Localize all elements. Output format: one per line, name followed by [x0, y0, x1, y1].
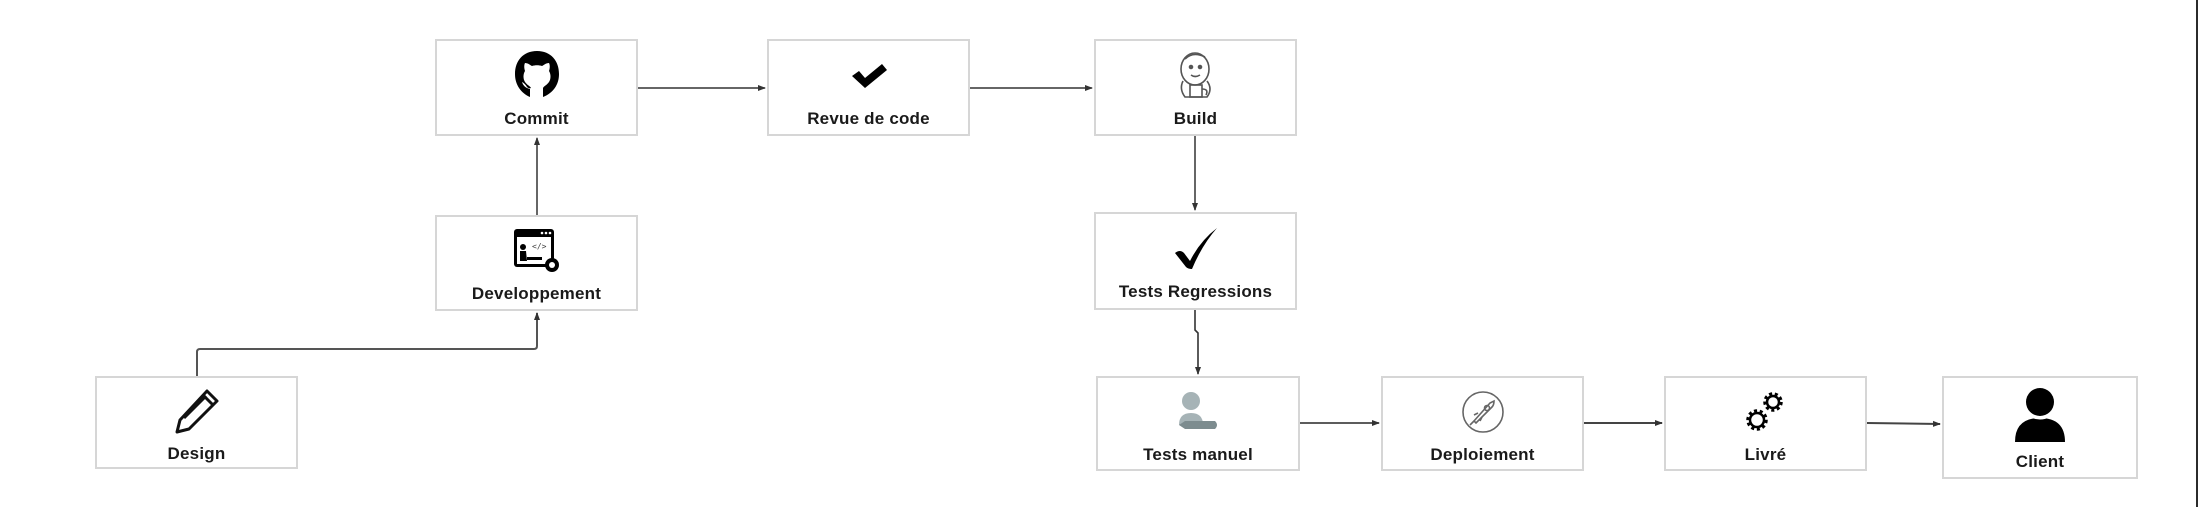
edge-livre-client	[1866, 420, 1941, 427]
github-icon	[505, 47, 569, 105]
user-icon	[2008, 384, 2072, 448]
edge-design-developpement	[196, 312, 540, 376]
node-client[interactable]: Client	[1942, 376, 2138, 479]
node-label: Revue de code	[807, 108, 930, 128]
checkmark-icon	[1164, 220, 1228, 278]
node-tests-regressions[interactable]: Tests Regressions	[1094, 212, 1297, 310]
node-tests-manuel[interactable]: Tests manuel	[1096, 376, 1300, 471]
checkmark-icon	[837, 47, 901, 105]
pipeline-diagram: Commit Revue de code Build </> Developpe…	[0, 0, 2198, 507]
node-label: Commit	[504, 108, 569, 128]
pencil-icon	[165, 382, 229, 440]
node-label: Tests Regressions	[1118, 282, 1273, 301]
gears-icon	[1734, 383, 1798, 441]
node-deploiement[interactable]: Deploiement	[1381, 376, 1584, 471]
node-label: Livré	[1744, 444, 1787, 464]
node-label: Tests manuel	[1143, 444, 1253, 464]
node-label: Client	[2015, 451, 2065, 471]
node-livre[interactable]: Livré	[1664, 376, 1867, 471]
svg-text:</>: </>	[532, 242, 547, 251]
jenkins-icon	[1164, 47, 1228, 105]
node-commit[interactable]: Commit	[435, 39, 638, 136]
person-with-pencil-icon	[1166, 383, 1230, 441]
node-label: Design	[167, 443, 226, 463]
node-label: Developpement	[471, 284, 602, 303]
edge-regressions-manuel	[1194, 310, 1201, 375]
node-revue-de-code[interactable]: Revue de code	[767, 39, 970, 136]
node-label: Build	[1173, 108, 1218, 128]
node-build[interactable]: Build	[1094, 39, 1297, 136]
rocket-icon	[1451, 383, 1515, 441]
node-label: Deploiement	[1430, 444, 1535, 464]
node-developpement[interactable]: </> Developpement	[435, 215, 638, 311]
developer-screen-icon: </>	[505, 222, 569, 280]
node-design[interactable]: Design	[95, 376, 298, 469]
